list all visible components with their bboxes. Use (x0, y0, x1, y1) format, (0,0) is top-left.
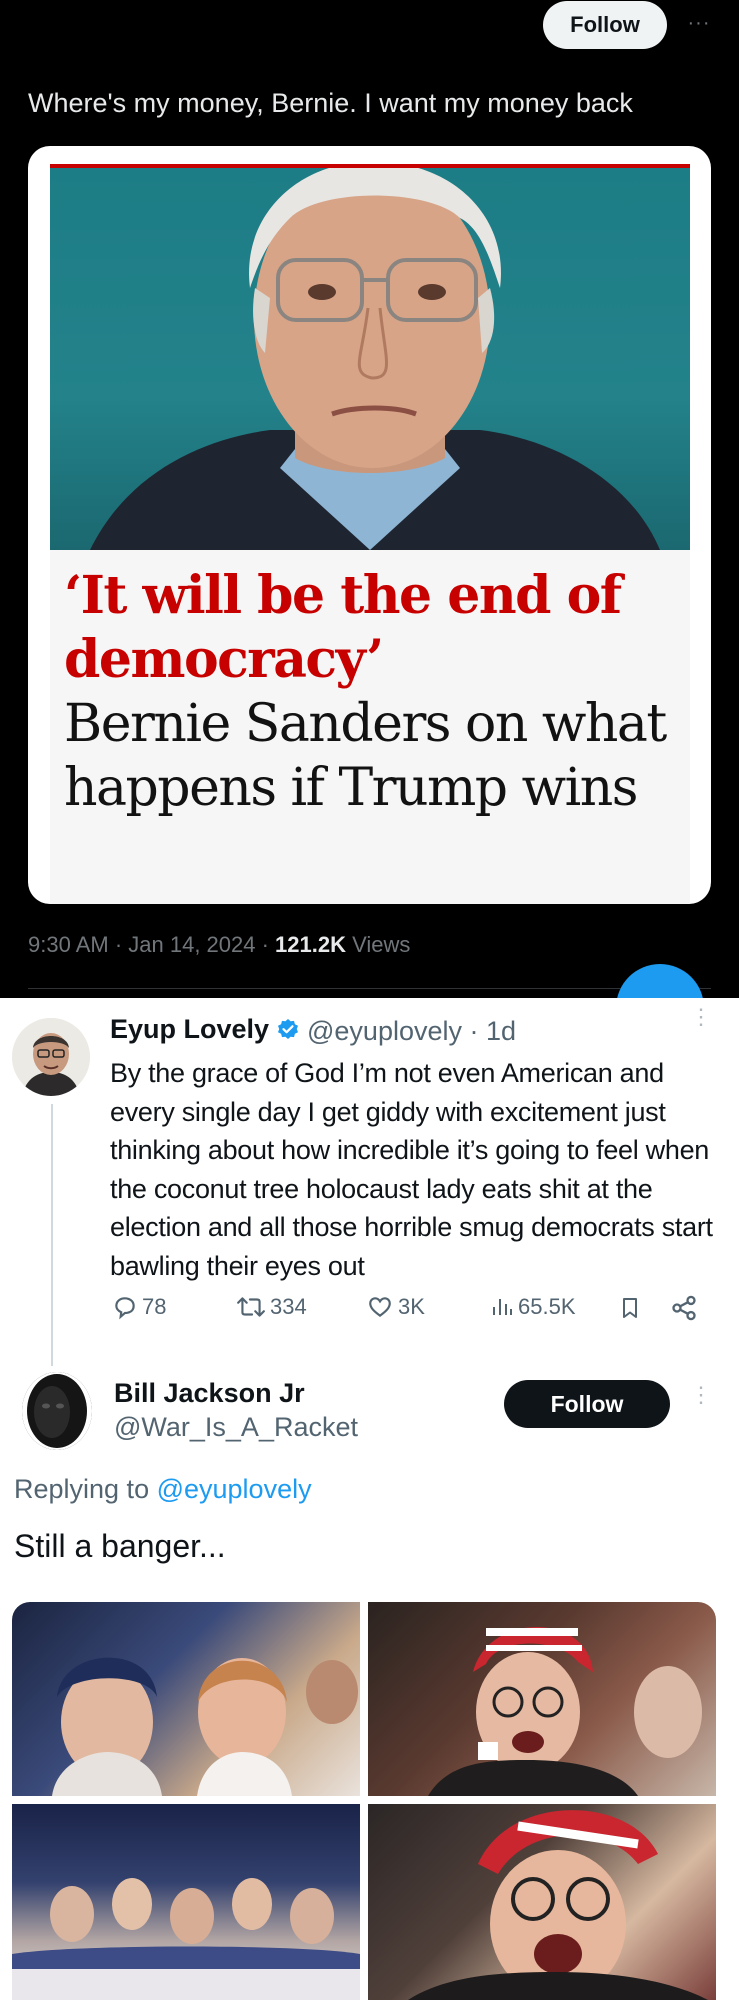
like-count: 3K (398, 1294, 425, 1319)
more-options-icon[interactable]: ⋮ (690, 1384, 712, 1420)
reply-icon (115, 1297, 135, 1320)
media-grid (12, 1602, 716, 2000)
tweet-text: Where's my money, Bernie. I want my mone… (28, 88, 633, 118)
media-photo[interactable] (12, 1804, 360, 2000)
media-photo[interactable] (368, 1804, 716, 2000)
verified-badge-icon (278, 1019, 298, 1039)
reply-author-handle[interactable]: @eyuplovely · 1d (307, 1016, 516, 1047)
replies-section: Eyup Lovely @eyuplovely · 1d ⋮ By the gr… (0, 998, 739, 2000)
tweet-timestamp[interactable]: 9:30 AM · Jan 14, 2024 · (28, 932, 275, 957)
reply-action[interactable]: 78 (112, 1294, 166, 1320)
tweet-actions: 78 334 3K 65.5K (112, 1294, 712, 1330)
main-tweet: Follow ··· Where's my money, Bernie. I w… (0, 0, 739, 1052)
views-icon (493, 1299, 512, 1315)
replying-handle-link[interactable]: @eyuplovely (157, 1474, 312, 1504)
views-count: 65.5K (518, 1294, 576, 1319)
views-count: 121.2K (275, 932, 346, 957)
link-card[interactable]: ‘It will be the end of democracy’ Bernie… (28, 146, 711, 904)
tweet-header: Follow ··· (0, 0, 739, 52)
reply-author-name[interactable]: Bill Jackson Jr (114, 1378, 305, 1409)
repost-action[interactable]: 334 (236, 1294, 307, 1320)
reply-text: Still a banger... (14, 1528, 226, 1564)
more-options-icon[interactable]: ⋮ (690, 1006, 712, 1042)
follow-button[interactable]: Follow (543, 1, 667, 49)
bookmark-action[interactable] (618, 1294, 642, 1322)
headline-quote: ‘It will be the end of democracy’ (64, 565, 622, 690)
share-action[interactable] (670, 1294, 698, 1322)
avatar[interactable] (12, 1018, 90, 1096)
more-options-icon[interactable]: ··· (682, 8, 716, 38)
views-action[interactable]: 65.5K (490, 1294, 576, 1320)
like-icon (369, 1297, 391, 1318)
repost-count: 334 (270, 1294, 307, 1319)
bookmark-icon (623, 1298, 637, 1318)
reply-text: By the grace of God I’m not even America… (110, 1058, 713, 1281)
media-photo[interactable] (368, 1602, 716, 1796)
share-icon (672, 1295, 696, 1321)
reply-author-handle[interactable]: @War_Is_A_Racket (114, 1412, 358, 1443)
views-label: Views (346, 932, 411, 957)
follow-button[interactable]: Follow (504, 1380, 670, 1428)
reply-author-name[interactable]: Eyup Lovely (110, 1014, 269, 1045)
repost-icon (237, 1297, 265, 1317)
article-preview: ‘It will be the end of democracy’ Bernie… (50, 164, 690, 904)
media-photo[interactable] (12, 1602, 360, 1796)
replying-prefix: Replying to (14, 1474, 157, 1504)
reply-count: 78 (142, 1294, 167, 1319)
article-headline: ‘It will be the end of democracy’ Bernie… (64, 564, 674, 820)
article-image (50, 168, 690, 550)
divider (28, 988, 711, 989)
headline-subtitle: Bernie Sanders on what happens if Trump … (64, 694, 667, 818)
thread-line (51, 1104, 53, 1366)
replying-to: Replying to @eyuplovely (14, 1474, 312, 1505)
like-action[interactable]: 3K (366, 1294, 425, 1320)
avatar[interactable] (22, 1372, 92, 1450)
tweet-meta: 9:30 AM · Jan 14, 2024 · 121.2K Views (28, 932, 410, 958)
